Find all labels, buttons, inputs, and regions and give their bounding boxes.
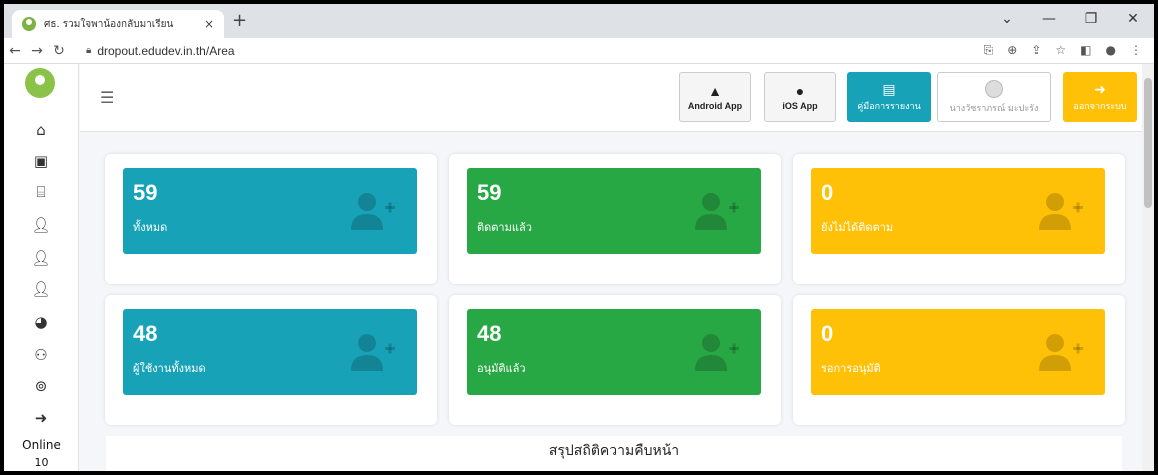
site-favicon-icon (22, 17, 36, 31)
menu-kebab-icon[interactable]: ⋮ (1130, 43, 1142, 58)
browser-tab[interactable]: ศธ. รวมใจพาน้องกลับมาเรียน × (12, 10, 224, 38)
user-plus-icon (351, 193, 395, 230)
user-plus-icon (351, 334, 395, 371)
stat-box[interactable]: 48 ผู้ใช้งานทั้งหมด (123, 309, 417, 395)
user-plus-icon (1039, 334, 1083, 371)
summary-title: สรุปสถิติความคืบหน้า (548, 443, 680, 459)
stat-box[interactable]: 59 ติดตามแล้ว (467, 168, 761, 254)
stat-box[interactable]: 0 รอการอนุมัติ (811, 309, 1105, 395)
close-window-button[interactable]: ✕ (1112, 4, 1154, 38)
sign-out-icon[interactable]: ➜ (28, 408, 54, 428)
new-tab-button[interactable]: + (232, 12, 247, 30)
forward-arrow-icon[interactable]: → (26, 43, 48, 59)
stat-card-total: 59 ทั้งหมด (105, 154, 437, 284)
toolbar-icons: ⎘ ⊕ ⇪ ☆ ◧ ● ⋮ (984, 43, 1154, 58)
address-bar[interactable]: 🔒︎ dropout.edudev.in.th/Area (78, 41, 908, 61)
stat-value: 59 (477, 180, 502, 205)
logout-label: ออกจากระบบ (1073, 100, 1127, 111)
user-remove-icon[interactable]: 👤︎ (28, 215, 54, 235)
stat-card-all-users: 48 ผู้ใช้งานทั้งหมด (105, 295, 437, 425)
stat-label: ยังไม่ได้ติดตาม (821, 221, 894, 234)
fingerprint-icon[interactable]: ⊚ (28, 376, 54, 396)
tab-close-icon[interactable]: × (204, 17, 214, 31)
stat-box[interactable]: 59 ทั้งหมด (123, 168, 417, 254)
avatar (985, 79, 1003, 98)
location-pin-logo[interactable] (25, 68, 55, 98)
stat-label: ทั้งหมด (133, 221, 168, 234)
stat-label: รอการอนุมัติ (821, 362, 881, 375)
back-arrow-icon[interactable]: ← (4, 43, 26, 59)
lock-icon: 🔒︎ (86, 45, 92, 56)
sign-out-icon: ➜ (1094, 80, 1106, 97)
url-text: dropout.edudev.in.th/Area (97, 43, 235, 58)
users-group-icon[interactable]: ⚇ (28, 345, 54, 365)
main-content: ☰ ▲ Android App ● iOS App ▤ คู่มือการราย… (80, 64, 1142, 471)
user-plus-icon (695, 193, 739, 230)
restore-button[interactable]: ❐ (1070, 4, 1112, 38)
tab-strip: ศธ. รวมใจพาน้องกลับมาเรียน × + ⌄ — ❐ ✕ (4, 4, 1154, 38)
browser-toolbar: ← → ↻ 🔒︎ dropout.edudev.in.th/Area ⎘ ⊕ ⇪… (4, 38, 1154, 64)
save-icon[interactable]: ▣ (28, 151, 54, 171)
stat-label: ติดตามแล้ว (477, 221, 532, 234)
manual-label: คู่มือการรายงาน (857, 100, 921, 111)
stat-label: อนุมัติแล้ว (477, 362, 526, 375)
institution-icon[interactable]: ⌸ (28, 182, 54, 202)
online-label: Online (22, 438, 61, 452)
profile-icon[interactable]: ● (1106, 43, 1116, 58)
stat-value: 48 (133, 321, 158, 346)
hamburger-menu-icon[interactable]: ☰ (100, 88, 114, 107)
side-panel-icon[interactable]: ◧ (1080, 43, 1091, 58)
user-plus-icon (1039, 193, 1083, 230)
manual-button[interactable]: ▤ คู่มือการรายงาน (847, 72, 931, 122)
ios-app-label: iOS App (782, 100, 818, 111)
user-minus-icon[interactable]: 👤︎ (28, 279, 54, 299)
android-icon: ▲ (708, 82, 722, 99)
stat-value: 48 (477, 321, 502, 346)
window-controls: ⌄ — ❐ ✕ (986, 4, 1154, 38)
stat-box[interactable]: 48 อนุมัติแล้ว (467, 309, 761, 395)
stat-box[interactable]: 0 ยังไม่ได้ติดตาม (811, 168, 1105, 254)
stat-value: 0 (821, 180, 834, 205)
android-app-button[interactable]: ▲ Android App (679, 72, 751, 122)
stat-value: 59 (133, 180, 158, 205)
scrollbar-thumb[interactable] (1144, 78, 1152, 208)
reload-icon[interactable]: ↻ (48, 43, 70, 59)
stat-label: ผู้ใช้งานทั้งหมด (133, 362, 206, 375)
sidebar: ⌂ ▣ ⌸ 👤︎ 👤︎ 👤︎ ◕ ⚇ ⊚ ➜ Online 10 (4, 64, 79, 471)
share-icon[interactable]: ⇪ (1031, 43, 1041, 58)
logout-button[interactable]: ➜ ออกจากระบบ (1063, 72, 1137, 122)
top-navbar: ☰ ▲ Android App ● iOS App ▤ คู่มือการราย… (80, 64, 1142, 132)
stat-value: 0 (821, 321, 834, 346)
online-count: 10 (34, 456, 49, 469)
tab-title: ศธ. รวมใจพาน้องกลับมาเรียน (44, 18, 174, 30)
android-app-label: Android App (687, 100, 743, 111)
minimize-button[interactable]: — (1028, 4, 1070, 38)
tab-search-icon[interactable]: ⌄ (986, 4, 1028, 38)
user-name-label: นางวัชราภรณ์ มะปะรัง (949, 102, 1039, 113)
apple-icon: ● (795, 82, 805, 99)
user-profile-button[interactable]: นางวัชราภรณ์ มะปะรัง (937, 72, 1051, 122)
user-plus-icon (695, 334, 739, 371)
stat-card-followed: 59 ติดตามแล้ว (449, 154, 781, 284)
book-icon: ▤ (882, 80, 896, 97)
stat-card-approved: 48 อนุมัติแล้ว (449, 295, 781, 425)
zoom-icon[interactable]: ⊕ (1007, 43, 1017, 58)
ios-app-button[interactable]: ● iOS App (764, 72, 836, 122)
translate-icon[interactable]: ⎘ (984, 43, 994, 58)
browser-window: ศธ. รวมใจพาน้องกลับมาเรียน × + ⌄ — ❐ ✕ ←… (4, 4, 1154, 471)
home-icon[interactable]: ⌂ (28, 120, 54, 140)
pie-chart-icon[interactable]: ◕ (28, 312, 54, 332)
summary-panel: สรุปสถิติความคืบหน้า (106, 436, 1122, 471)
stat-card-pending: 0 รอการอนุมัติ (793, 295, 1125, 425)
stat-card-not-followed: 0 ยังไม่ได้ติดตาม (793, 154, 1125, 284)
app-area: ⌂ ▣ ⌸ 👤︎ 👤︎ 👤︎ ◕ ⚇ ⊚ ➜ Online 10 ☰ ▲ And… (4, 64, 1154, 471)
page-scrollbar[interactable] (1142, 64, 1154, 471)
bookmark-star-icon[interactable]: ☆ (1055, 43, 1066, 58)
user-add-icon[interactable]: 👤︎ (28, 248, 54, 268)
